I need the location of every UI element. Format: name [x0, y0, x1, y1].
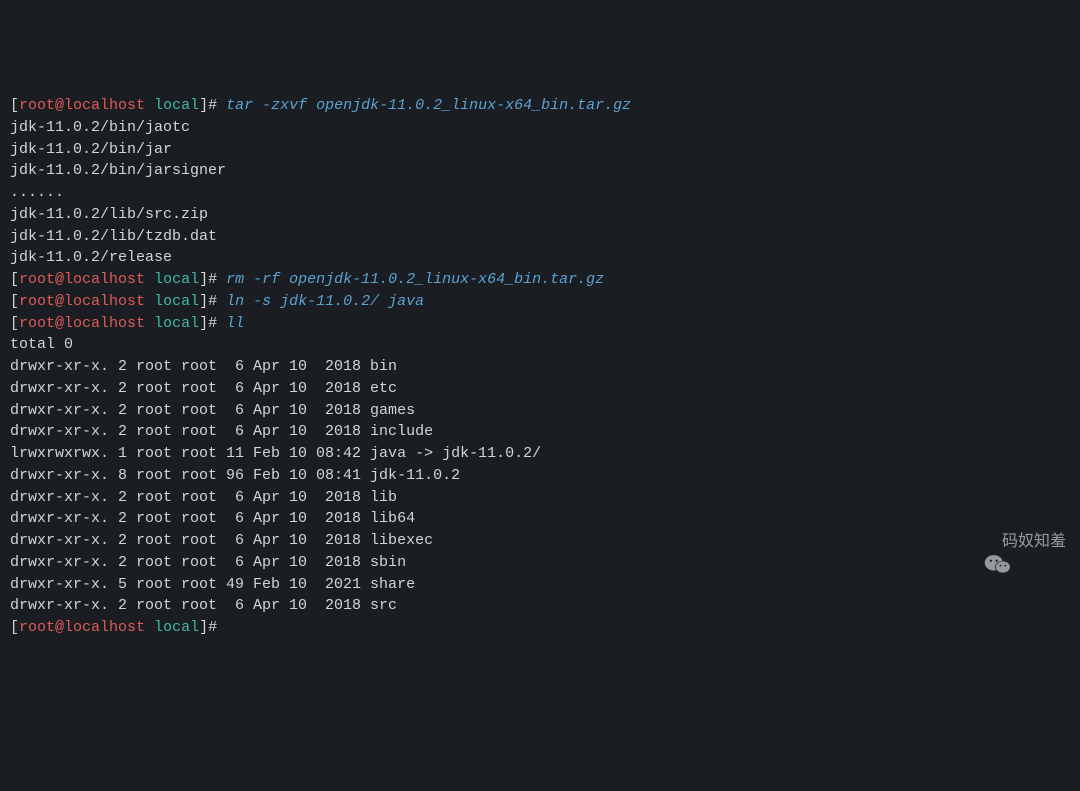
output-text: drwxr-xr-x. 2 root root 6 Apr 10 2018 li… [10, 510, 415, 527]
output-line: drwxr-xr-x. 2 root root 6 Apr 10 2018 sr… [10, 595, 1070, 617]
prompt-symbol: # [208, 619, 226, 636]
output-line: drwxr-xr-x. 8 root root 96 Feb 10 08:41 … [10, 465, 1070, 487]
user-host: root@localhost [19, 315, 145, 332]
user-host: root@localhost [19, 293, 145, 310]
bracket: ] [199, 293, 208, 310]
output-line: jdk-11.0.2/release [10, 247, 1070, 269]
output-text: jdk-11.0.2/lib/tzdb.dat [10, 228, 217, 245]
prompt-symbol: # [208, 97, 226, 114]
watermark-text: 码奴知羞 [1002, 530, 1066, 553]
output-line: drwxr-xr-x. 2 root root 6 Apr 10 2018 sb… [10, 552, 1070, 574]
output-text: jdk-11.0.2/release [10, 249, 172, 266]
output-text: drwxr-xr-x. 2 root root 6 Apr 10 2018 li… [10, 489, 397, 506]
cwd: local [154, 293, 199, 310]
bracket: [ [10, 271, 19, 288]
wechat-icon [966, 530, 994, 554]
cwd: local [154, 271, 199, 288]
command-text: ll [226, 315, 244, 332]
prompt-line: [root@localhost local]# rm -rf openjdk-1… [10, 269, 1070, 291]
prompt-line: [root@localhost local]# [10, 617, 1070, 639]
output-line: jdk-11.0.2/lib/tzdb.dat [10, 226, 1070, 248]
output-line: jdk-11.0.2/bin/jar [10, 139, 1070, 161]
prompt-line: [root@localhost local]# ln -s jdk-11.0.2… [10, 291, 1070, 313]
output-line: lrwxrwxrwx. 1 root root 11 Feb 10 08:42 … [10, 443, 1070, 465]
output-line: total 0 [10, 334, 1070, 356]
watermark: 码奴知羞 [966, 530, 1066, 554]
output-text: lrwxrwxrwx. 1 root root 11 Feb 10 08:42 … [10, 445, 541, 462]
output-text: drwxr-xr-x. 2 root root 6 Apr 10 2018 in… [10, 423, 433, 440]
bracket: [ [10, 293, 19, 310]
bracket: [ [10, 97, 19, 114]
output-line: ...... [10, 182, 1070, 204]
output-text: drwxr-xr-x. 2 root root 6 Apr 10 2018 sb… [10, 554, 406, 571]
output-line: jdk-11.0.2/lib/src.zip [10, 204, 1070, 226]
bracket: ] [199, 97, 208, 114]
bracket: ] [199, 271, 208, 288]
output-text: jdk-11.0.2/bin/jar [10, 141, 172, 158]
bracket: ] [199, 619, 208, 636]
bracket: [ [10, 315, 19, 332]
prompt-line: [root@localhost local]# ll [10, 313, 1070, 335]
output-line: jdk-11.0.2/bin/jaotc [10, 117, 1070, 139]
output-line: drwxr-xr-x. 2 root root 6 Apr 10 2018 in… [10, 421, 1070, 443]
output-line: drwxr-xr-x. 2 root root 6 Apr 10 2018 bi… [10, 356, 1070, 378]
output-line: drwxr-xr-x. 2 root root 6 Apr 10 2018 li… [10, 487, 1070, 509]
output-text: drwxr-xr-x. 2 root root 6 Apr 10 2018 et… [10, 380, 397, 397]
output-line: drwxr-xr-x. 2 root root 6 Apr 10 2018 li… [10, 508, 1070, 530]
output-line: drwxr-xr-x. 2 root root 6 Apr 10 2018 li… [10, 530, 1070, 552]
output-line: drwxr-xr-x. 5 root root 49 Feb 10 2021 s… [10, 574, 1070, 596]
prompt-symbol: # [208, 293, 226, 310]
prompt-line: [root@localhost local]# tar -zxvf openjd… [10, 95, 1070, 117]
output-text: drwxr-xr-x. 8 root root 96 Feb 10 08:41 … [10, 467, 460, 484]
output-text: drwxr-xr-x. 2 root root 6 Apr 10 2018 ga… [10, 402, 415, 419]
terminal-output[interactable]: [root@localhost local]# tar -zxvf openjd… [10, 95, 1070, 639]
command-text: ln -s jdk-11.0.2/ java [226, 293, 424, 310]
output-text: drwxr-xr-x. 2 root root 6 Apr 10 2018 bi… [10, 358, 397, 375]
cwd: local [154, 619, 199, 636]
output-text: drwxr-xr-x. 5 root root 49 Feb 10 2021 s… [10, 576, 415, 593]
bracket: ] [199, 315, 208, 332]
command-text: rm -rf openjdk-11.0.2_linux-x64_bin.tar.… [226, 271, 604, 288]
output-text: ...... [10, 184, 64, 201]
output-text: jdk-11.0.2/lib/src.zip [10, 206, 208, 223]
user-host: root@localhost [19, 271, 145, 288]
cwd: local [154, 97, 199, 114]
user-host: root@localhost [19, 97, 145, 114]
user-host: root@localhost [19, 619, 145, 636]
prompt-symbol: # [208, 315, 226, 332]
output-text: jdk-11.0.2/bin/jaotc [10, 119, 190, 136]
cwd: local [154, 315, 199, 332]
output-line: drwxr-xr-x. 2 root root 6 Apr 10 2018 et… [10, 378, 1070, 400]
output-text: total 0 [10, 336, 73, 353]
command-text: tar -zxvf openjdk-11.0.2_linux-x64_bin.t… [226, 97, 631, 114]
output-text: drwxr-xr-x. 2 root root 6 Apr 10 2018 sr… [10, 597, 397, 614]
output-line: jdk-11.0.2/bin/jarsigner [10, 160, 1070, 182]
output-line: drwxr-xr-x. 2 root root 6 Apr 10 2018 ga… [10, 400, 1070, 422]
prompt-symbol: # [208, 271, 226, 288]
output-text: jdk-11.0.2/bin/jarsigner [10, 162, 226, 179]
output-text: drwxr-xr-x. 2 root root 6 Apr 10 2018 li… [10, 532, 433, 549]
bracket: [ [10, 619, 19, 636]
